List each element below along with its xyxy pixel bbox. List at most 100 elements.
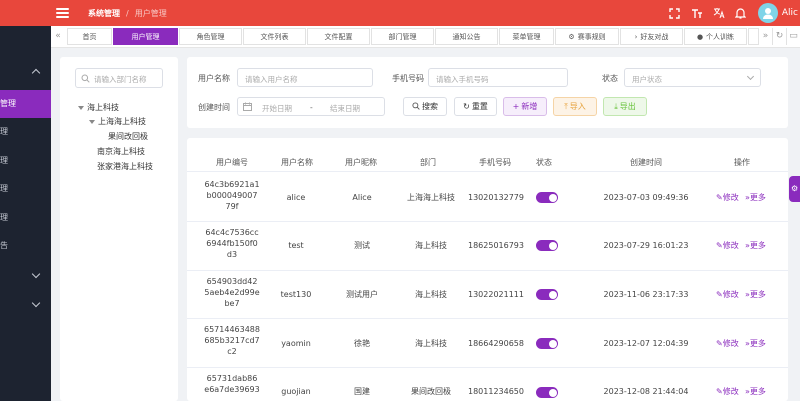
- sidebar-item-dept-management[interactable]: 理: [0, 175, 51, 203]
- more-link[interactable]: »更多: [745, 386, 766, 397]
- chevron-down-icon: [31, 269, 41, 279]
- cell-nickname: 国建: [354, 387, 370, 396]
- tab-notice[interactable]: 通知公告: [435, 28, 498, 45]
- tab-dept-management[interactable]: 部门管理: [371, 28, 434, 45]
- more-link[interactable]: »更多: [745, 289, 766, 300]
- plus-icon: +: [512, 102, 520, 111]
- status-switch[interactable]: [536, 192, 558, 203]
- translate-icon[interactable]: [708, 0, 730, 26]
- reset-button[interactable]: ↻ 重置: [454, 97, 497, 116]
- tab-label: 文件配置: [324, 33, 353, 41]
- cell-dept: 上海海上科技: [407, 193, 455, 202]
- start-date-placeholder: 开始日期: [262, 104, 292, 113]
- sidebar-item-label: 理: [0, 184, 8, 193]
- sidebar-group-3[interactable]: [0, 291, 51, 319]
- fullscreen-icon[interactable]: [664, 0, 686, 26]
- chevron-up-icon: [31, 68, 41, 78]
- more-link[interactable]: »更多: [745, 240, 766, 251]
- edit-link[interactable]: ✎修改: [716, 386, 739, 397]
- status-switch[interactable]: [536, 338, 558, 349]
- tab-file-config[interactable]: 文件配置: [307, 28, 370, 45]
- th-actions: 操作: [734, 158, 750, 167]
- tab-label: 用户管理: [131, 33, 160, 41]
- reset-button-label: 重置: [471, 102, 488, 111]
- tab-menu-management[interactable]: 菜单管理: [499, 28, 554, 45]
- row-divider: [187, 270, 788, 271]
- font-size-icon[interactable]: [686, 0, 708, 26]
- tab-overflow[interactable]: [748, 28, 758, 45]
- refresh-icon[interactable]: ↻: [772, 28, 786, 45]
- tab-label: 个人训练: [706, 33, 735, 41]
- tab-match-rules[interactable]: ⚙ 赛事规则: [555, 28, 619, 45]
- sidebar-item-label: 管理: [0, 99, 16, 108]
- more-link[interactable]: »更多: [745, 192, 766, 203]
- tab-personal-training[interactable]: ● 个人训练: [684, 28, 747, 45]
- sidebar-group-2[interactable]: [0, 262, 51, 290]
- th-dept: 部门: [420, 158, 436, 167]
- tab-file-list[interactable]: 文件列表: [243, 28, 306, 45]
- settings-drawer-tab[interactable]: ⚙: [789, 176, 800, 202]
- edit-link[interactable]: ✎修改: [716, 192, 739, 203]
- status-switch[interactable]: [536, 289, 558, 300]
- cell-phone: 18664290658: [468, 339, 524, 348]
- tree-node-zhangjiagang[interactable]: 张家港海上科技: [97, 161, 153, 172]
- phone-input[interactable]: 请输入手机号码: [428, 68, 568, 87]
- search-button[interactable]: 搜索: [403, 97, 447, 116]
- tab-home[interactable]: 首页: [67, 28, 112, 45]
- row-divider: [187, 367, 788, 368]
- search-icon: [412, 101, 420, 112]
- edit-link[interactable]: ✎修改: [716, 338, 739, 349]
- tree-node-child[interactable]: 果间改回极: [108, 131, 148, 142]
- import-button[interactable]: ⤒ 导入: [553, 97, 597, 116]
- cell-phone: 18625016793: [468, 241, 524, 250]
- add-button[interactable]: + 新增: [503, 97, 547, 116]
- export-button[interactable]: ⤓ 导出: [603, 97, 647, 116]
- more-link[interactable]: »更多: [745, 338, 766, 349]
- th-created: 创建时间: [630, 158, 662, 167]
- sidebar-item-menu-management[interactable]: 理: [0, 147, 51, 175]
- export-button-label: 导出: [619, 102, 636, 111]
- status-switch[interactable]: [536, 240, 558, 251]
- tab-friend-battle[interactable]: › 好友对战: [620, 28, 683, 45]
- user-name[interactable]: Alic: [782, 8, 798, 18]
- person-icon: ●: [696, 33, 704, 41]
- chevron-right-icon: ›: [634, 33, 638, 41]
- sidebar-item-user-management[interactable]: 管理: [0, 90, 51, 118]
- breadcrumb-system[interactable]: 系统管理: [88, 9, 120, 18]
- tabs-scroll-left-icon[interactable]: «: [51, 28, 65, 45]
- tab-role-management[interactable]: 角色管理: [179, 28, 242, 45]
- th-username: 用户名称: [281, 158, 313, 167]
- tree-node-nanjing[interactable]: 南京海上科技: [97, 146, 145, 157]
- tree-node-label: 果间改回极: [108, 132, 148, 141]
- status-switch[interactable]: [536, 387, 558, 398]
- cell-dept: 海上科技: [415, 290, 447, 299]
- sidebar-item-notice[interactable]: 告: [0, 232, 51, 260]
- tab-label: 角色管理: [196, 33, 225, 41]
- tabs-scroll-right-icon[interactable]: »: [758, 28, 772, 45]
- tree-node-shanghai[interactable]: 上海海上科技: [89, 116, 146, 127]
- sidebar-item-post-management[interactable]: 理: [0, 204, 51, 232]
- sidebar-item-role-management[interactable]: 理: [0, 118, 51, 146]
- edit-link[interactable]: ✎修改: [716, 240, 739, 251]
- avatar[interactable]: [757, 3, 778, 23]
- edit-icon: ✎: [716, 290, 723, 299]
- top-icons: Alic: [664, 0, 800, 26]
- cell-created: 2023-11-06 23:17:33: [603, 290, 689, 299]
- date-range-picker[interactable]: 开始日期 - 结束日期: [237, 97, 385, 116]
- upload-icon: ⤒: [564, 101, 568, 111]
- sidebar-item-label: 理: [0, 156, 8, 165]
- tree-node-root[interactable]: 海上科技: [78, 102, 119, 113]
- username-input[interactable]: 请输入用户名称: [237, 68, 373, 87]
- status-select[interactable]: 用户状态: [624, 68, 761, 87]
- bell-icon[interactable]: [730, 0, 752, 26]
- th-status: 状态: [536, 158, 552, 167]
- dept-search-input[interactable]: 请输入部门名称: [75, 68, 163, 88]
- sidebar-group-system[interactable]: [0, 60, 51, 88]
- tab-user-management[interactable]: 用户管理: [113, 28, 178, 45]
- download-icon: ⤓: [614, 101, 618, 111]
- username-placeholder: 请输入用户名称: [245, 75, 298, 84]
- close-tabs-icon[interactable]: ▭: [786, 28, 800, 45]
- cell-nickname: 徐艳: [354, 339, 370, 348]
- hamburger-menu-icon[interactable]: [56, 6, 69, 19]
- edit-link[interactable]: ✎修改: [716, 289, 739, 300]
